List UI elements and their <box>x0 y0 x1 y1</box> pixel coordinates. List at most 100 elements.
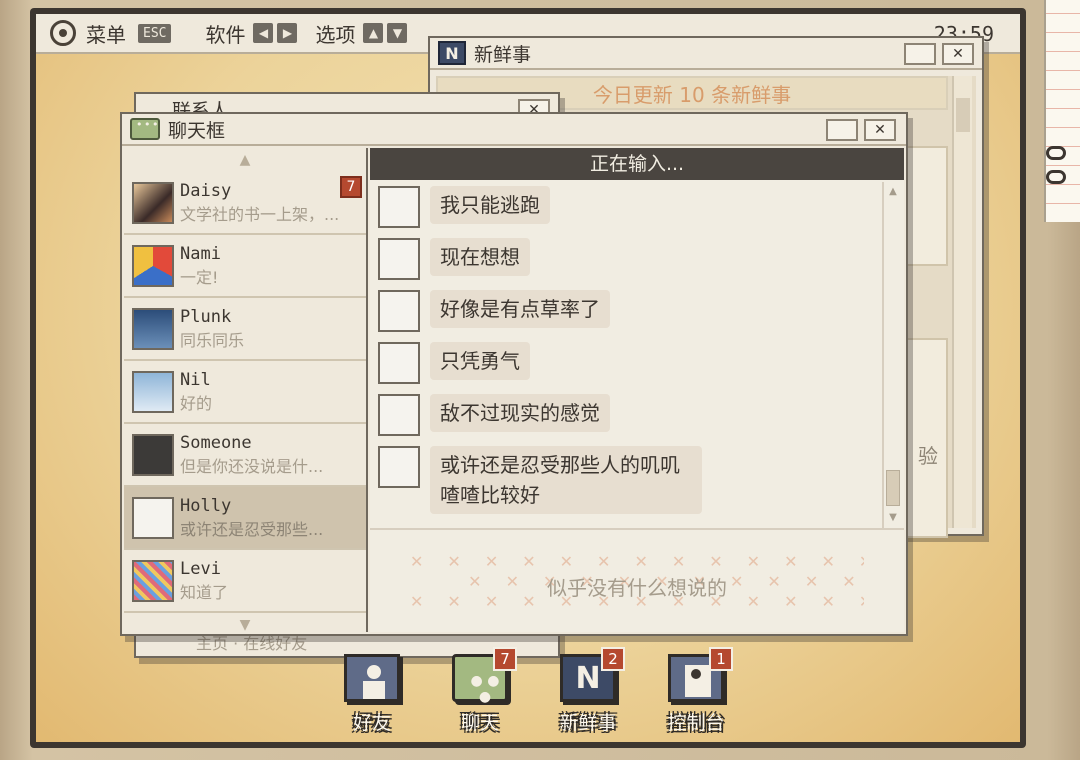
software-label[interactable]: 软件 <box>205 19 245 48</box>
dock-label: 好友 <box>352 712 391 734</box>
typing-status: 正在输入... <box>370 148 904 180</box>
unread-badge: 7 <box>493 647 517 671</box>
contact-item[interactable]: Nil 好的 <box>124 361 366 424</box>
gear-icon[interactable] <box>50 20 76 46</box>
contact-item[interactable]: Someone 但是你还没说是什... <box>124 424 366 487</box>
contact-text: Daisy 文学社的书一上架，... <box>180 181 366 225</box>
news-scrollbar[interactable] <box>952 76 972 528</box>
message: 我只能逃跑 <box>378 186 550 228</box>
news-n-icon: N <box>438 41 466 65</box>
desktop: 菜单 ESC 软件 ◀ ▶ 选项 ▲ ▼ 23:59 N 新鲜事 ✕ 今日更新 … <box>36 14 1020 742</box>
levi-avatar <box>132 559 174 602</box>
contact-name: Plunk <box>180 306 232 327</box>
options-group: 选项 ▲ ▼ <box>315 19 408 48</box>
screen: 菜单 ESC 软件 ◀ ▶ 选项 ▲ ▼ 23:59 N 新鲜事 ✕ 今日更新 … <box>30 8 1026 748</box>
dock-label: 控制台 <box>667 712 725 734</box>
contact-name: Holly <box>180 495 232 516</box>
chat-titlebar[interactable]: 聊天框 ✕ <box>122 114 906 146</box>
friends-icon[interactable] <box>344 654 400 702</box>
minimize-button[interactable] <box>904 43 936 65</box>
down-arrow-icon[interactable]: ▼ <box>387 23 408 43</box>
message: 好像是有点草率了 <box>378 290 610 332</box>
nami-avatar <box>132 244 174 287</box>
dock-label: 新鲜事 <box>559 712 617 734</box>
contact-preview: 文学社的书一上架，... <box>180 204 340 224</box>
scroll-down-icon[interactable]: ▼ <box>884 508 902 528</box>
message-bubble: 只凭勇气 <box>430 342 530 380</box>
plunk-avatar <box>132 307 174 350</box>
scroll-thumb[interactable] <box>886 470 900 506</box>
holly-avatar <box>378 290 420 332</box>
unread-badge: 1 <box>709 647 733 671</box>
software-group: 软件 ◀ ▶ <box>205 19 298 48</box>
message-bubble: 或许还是忍受那些人的叽叽喳喳比较好 <box>430 446 702 514</box>
reply-placeholder: 似乎没有什么想说的 <box>547 576 727 600</box>
contact-item[interactable]: Daisy 文学社的书一上架，... 7 <box>124 172 366 235</box>
message-bubble: 好像是有点草率了 <box>430 290 610 328</box>
notepad <box>1044 0 1080 222</box>
contact-text: Plunk 同乐同乐 <box>180 307 366 351</box>
contact-item[interactable]: Plunk 同乐同乐 <box>124 298 366 361</box>
menu-label[interactable]: 菜单 <box>86 19 126 48</box>
message: 只凭勇气 <box>378 342 530 384</box>
close-button[interactable]: ✕ <box>942 43 974 65</box>
holly-avatar <box>132 496 174 539</box>
dock-item-friends[interactable]: 好友 <box>332 654 412 735</box>
contact-preview: 或许还是忍受那些... <box>180 519 324 539</box>
news-title: 新鲜事 <box>474 43 532 66</box>
nil-avatar <box>132 370 174 413</box>
prev-arrow-icon[interactable]: ◀ <box>253 23 274 43</box>
message-pane: 正在输入... 我只能逃跑现在想想好像是有点草率了 只凭勇气敌不过现实的感觉或许还… <box>370 148 904 632</box>
dock-item-news[interactable]: N 2 新鲜事 <box>548 647 628 735</box>
close-button[interactable]: ✕ <box>864 119 896 141</box>
reply-area[interactable]: ✕✕✕✕✕✕✕✕✕✕✕✕✕ ✕✕✕✕✕✕✕✕✕✕✕✕✕✕✕✕✕✕✕✕✕✕✕✕✕ … <box>370 528 904 632</box>
contact-text: Holly 或许还是忍受那些... <box>180 496 366 540</box>
menu-group[interactable]: 菜单 ESC <box>86 19 187 48</box>
dock-item-console[interactable]: 1 控制台 <box>656 647 736 735</box>
holly-avatar <box>378 446 420 488</box>
message: 或许还是忍受那些人的叽叽喳喳比较好 <box>378 446 702 514</box>
esc-key: ESC <box>138 23 172 43</box>
scroll-down-icon[interactable]: ▼ <box>124 613 366 637</box>
news-icon[interactable]: N 2 <box>560 647 625 702</box>
next-arrow-icon[interactable]: ▶ <box>277 23 298 43</box>
contact-name: Nami <box>180 243 221 264</box>
chat-title: 聊天框 <box>168 119 226 142</box>
chat-bubble-icon <box>130 118 160 140</box>
news-card-text: 验 <box>918 444 938 468</box>
message-scrollbar[interactable]: ▲ ▼ <box>882 182 902 528</box>
notepad-ring <box>1046 146 1066 160</box>
contact-preview: 好的 <box>180 393 213 413</box>
contact-list: ▲ Daisy 文学社的书一上架，... 7 Nami 一定! Plunk 同乐同乐 Nil 好… <box>124 148 368 633</box>
console-icon[interactable]: 1 <box>668 647 733 702</box>
contact-name: Daisy <box>180 180 232 201</box>
contact-item[interactable]: Levi 知道了 <box>124 550 366 613</box>
scroll-up-icon[interactable]: ▲ <box>124 148 366 172</box>
contact-preview: 同乐同乐 <box>180 330 245 350</box>
contact-text: Nil 好的 <box>180 370 366 414</box>
contact-item[interactable]: Nami 一定! <box>124 235 366 298</box>
message-bubble: 敌不过现实的感觉 <box>430 394 610 432</box>
message-bubble: 我只能逃跑 <box>430 186 550 224</box>
contact-preview: 一定! <box>180 267 219 287</box>
options-label[interactable]: 选项 <box>315 19 355 48</box>
scroll-thumb[interactable] <box>956 98 970 132</box>
message-bubble: 现在想想 <box>430 238 530 276</box>
contact-preview: 但是你还没说是什... <box>180 456 324 476</box>
contact-text: Someone 但是你还没说是什... <box>180 433 366 477</box>
minimize-button[interactable] <box>826 119 858 141</box>
message: 现在想想 <box>378 238 530 280</box>
up-arrow-icon[interactable]: ▲ <box>363 23 384 43</box>
contact-name: Someone <box>180 432 252 453</box>
message-list: 我只能逃跑现在想想好像是有点草率了 只凭勇气敌不过现实的感觉或许还是忍受那些人的叽… <box>370 182 882 528</box>
contact-text: Nami 一定! <box>180 244 366 288</box>
chat-icon[interactable]: ● ● ● 7 <box>452 647 517 705</box>
notepad-ring <box>1046 170 1066 184</box>
daisy-avatar <box>132 181 174 224</box>
chat-window: 聊天框 ✕ ▲ Daisy 文学社的书一上架，...7 Nami 一定! Plunk 同乐… <box>120 112 908 636</box>
news-titlebar[interactable]: N 新鲜事 ✕ <box>430 38 982 70</box>
contact-item[interactable]: Holly 或许还是忍受那些... <box>124 487 366 550</box>
contact-text: Levi 知道了 <box>180 559 366 603</box>
scroll-up-icon[interactable]: ▲ <box>884 182 902 202</box>
dock-item-chat[interactable]: ● ● ● 7 聊天 <box>440 647 520 735</box>
